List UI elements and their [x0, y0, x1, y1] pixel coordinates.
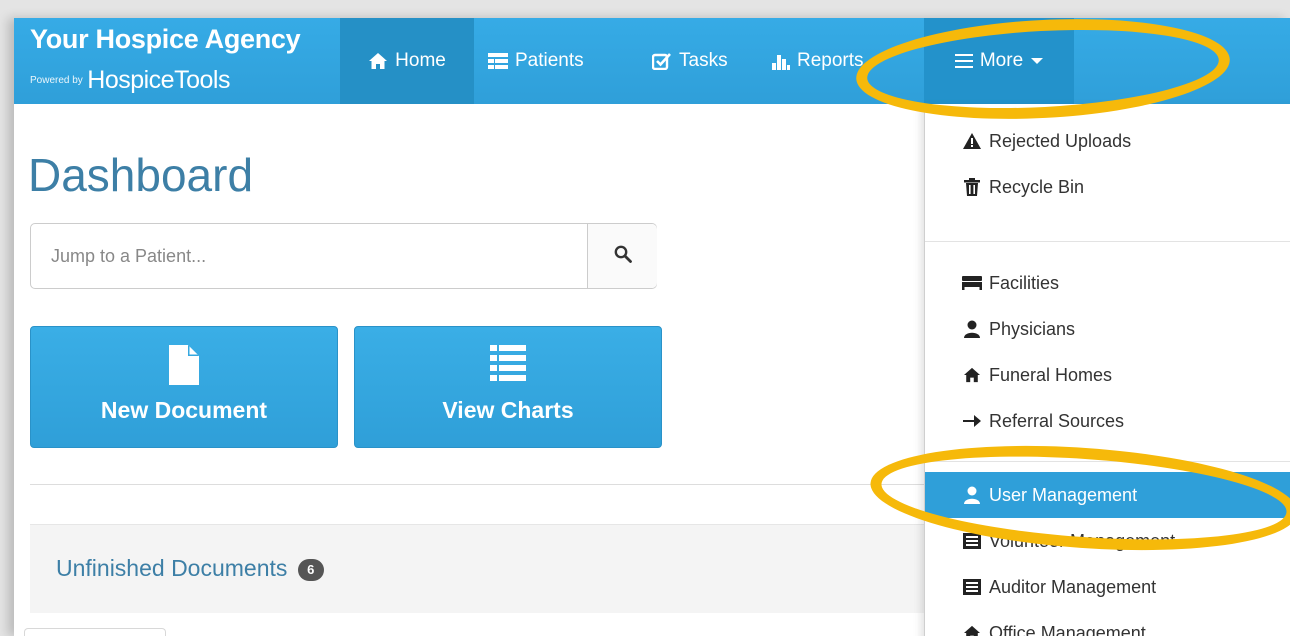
brand[interactable]: Your Hospice Agency Powered by HospiceTo…	[14, 18, 340, 104]
nav-patients-label: Patients	[515, 50, 584, 71]
powered-by: Powered by HospiceTools	[30, 66, 230, 95]
view-charts-label: View Charts	[442, 397, 574, 423]
nav-patients[interactable]: Patients	[488, 18, 584, 104]
search-button[interactable]	[587, 224, 657, 288]
menu-item-physicians[interactable]: Physicians	[925, 306, 1290, 352]
powered-by-label: Powered by	[30, 75, 83, 86]
patient-search	[30, 223, 657, 289]
document-icon	[169, 345, 199, 390]
reports-chart-icon	[772, 52, 790, 70]
menu-item-label: Recycle Bin	[989, 176, 1085, 197]
list-box-icon	[961, 533, 983, 549]
user-icon	[961, 486, 983, 504]
more-dropdown-menu: Rejected Uploads Recycle Bin Facilities …	[924, 104, 1290, 636]
nav-more-label: More	[979, 50, 1024, 71]
panel-tab[interactable]	[24, 628, 166, 636]
list-icon	[490, 345, 526, 388]
nav-tasks-label: Tasks	[679, 50, 728, 71]
menu-item-label: Physicians	[989, 318, 1076, 339]
menu-item-label: Rejected Uploads	[989, 130, 1132, 151]
nav-tasks[interactable]: Tasks	[652, 18, 728, 104]
menu-item-facilities[interactable]: Facilities	[925, 260, 1290, 306]
menu-item-volunteer-management[interactable]: Volunteer Management	[925, 518, 1290, 564]
menu-item-label: User Management	[989, 484, 1138, 505]
app-window: Your Hospice Agency Powered by HospiceTo…	[14, 18, 1290, 636]
menu-item-label: Auditor Management	[989, 576, 1157, 597]
user-icon	[961, 320, 983, 338]
menu-item-label: Office Management	[989, 622, 1146, 636]
list-box-icon	[961, 579, 983, 595]
menu-divider	[925, 461, 1290, 462]
menu-item-label: Referral Sources	[989, 410, 1125, 431]
menu-item-referral-sources[interactable]: Referral Sources	[925, 398, 1290, 444]
caret-down-icon	[1031, 58, 1044, 64]
unfinished-documents-title: Unfinished Documents	[56, 555, 288, 581]
menu-item-label: Volunteer Management	[989, 530, 1176, 551]
new-document-label: New Document	[100, 397, 268, 423]
panel-title: Unfinished Documents 6	[56, 555, 324, 582]
menu-item-user-management[interactable]: User Management	[925, 472, 1290, 518]
hospicetools-logo: HospiceTools	[87, 66, 230, 94]
home-icon	[368, 52, 388, 70]
divider	[30, 484, 930, 485]
hamburger-menu-icon	[954, 54, 973, 68]
trash-icon	[961, 178, 983, 196]
menu-item-recycle-bin[interactable]: Recycle Bin	[925, 164, 1290, 210]
patients-icon	[488, 53, 508, 69]
menu-item-auditor-management[interactable]: Auditor Management	[925, 564, 1290, 610]
view-charts-button[interactable]: View Charts	[354, 326, 662, 448]
bed-icon	[961, 276, 983, 290]
menu-item-label: Funeral Homes	[989, 364, 1113, 385]
search-icon	[614, 245, 632, 268]
menu-item-funeral-homes[interactable]: Funeral Homes	[925, 352, 1290, 398]
menu-item-office-management[interactable]: Office Management	[925, 610, 1290, 636]
count-badge: 6	[297, 558, 324, 581]
home-icon	[961, 625, 983, 636]
warning-triangle-icon	[961, 133, 983, 149]
top-navbar: Your Hospice Agency Powered by HospiceTo…	[14, 18, 1290, 104]
menu-item-rejected-uploads[interactable]: Rejected Uploads	[925, 118, 1290, 164]
nav-reports[interactable]: Reports	[772, 18, 864, 104]
nav-home-label: Home	[395, 50, 446, 71]
arrow-right-icon	[961, 414, 983, 428]
unfinished-documents-panel[interactable]: Unfinished Documents 6	[30, 524, 950, 613]
home-icon	[961, 367, 983, 383]
menu-divider	[925, 241, 1290, 242]
nav-more-dropdown[interactable]: More	[924, 18, 1074, 104]
patient-search-input[interactable]	[31, 224, 587, 288]
agency-name: Your Hospice Agency	[30, 24, 301, 54]
page-title: Dashboard	[28, 149, 254, 201]
new-document-button[interactable]: New Document	[30, 326, 338, 448]
nav-reports-label: Reports	[797, 50, 864, 71]
tasks-check-icon	[652, 52, 672, 70]
nav-home[interactable]: Home	[340, 18, 474, 104]
menu-item-label: Facilities	[989, 272, 1060, 293]
